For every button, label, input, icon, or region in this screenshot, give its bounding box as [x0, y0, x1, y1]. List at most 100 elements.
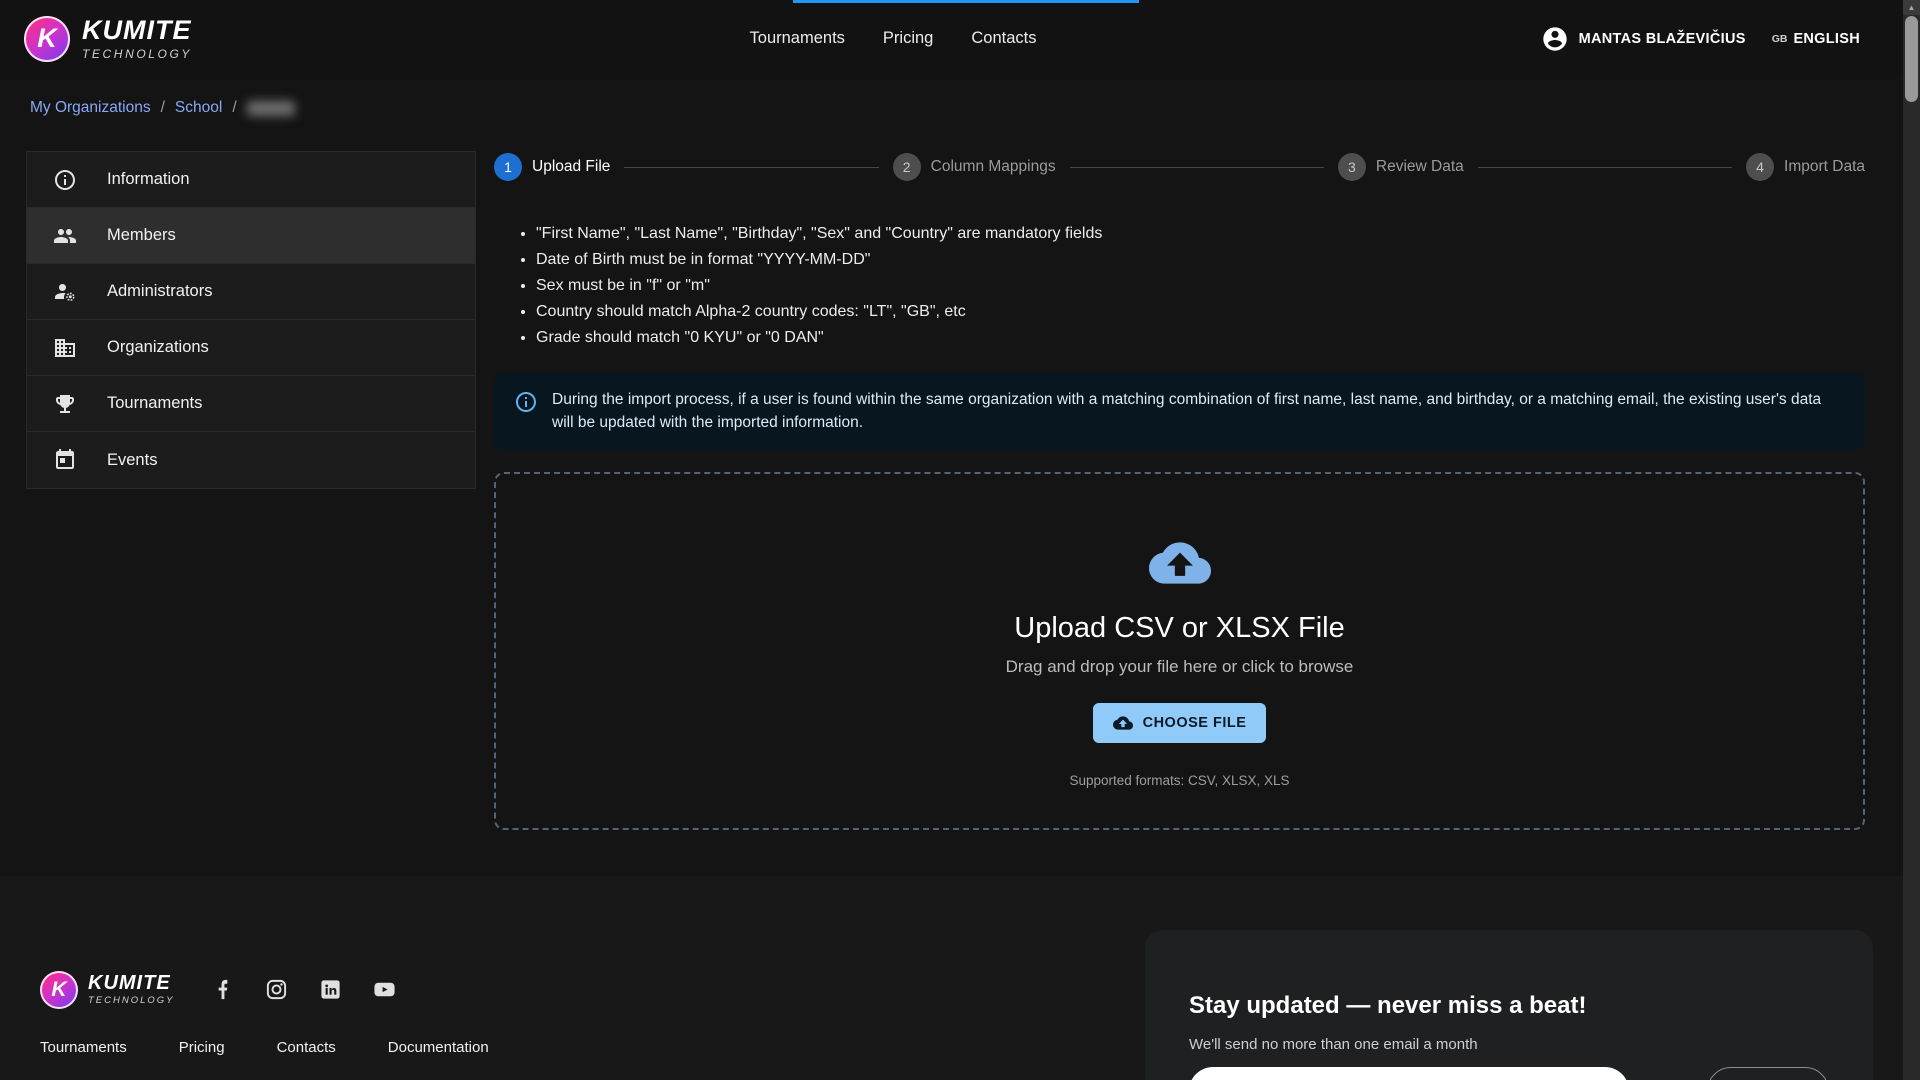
sidebar-item-label: Members [107, 226, 176, 245]
footer-brand-tagline: TECHNOLOGY [88, 996, 175, 1006]
org-sidebar: Information Members Administrators Organ… [26, 151, 476, 489]
brand-name: KUMITE [82, 17, 192, 44]
info-alert: During the import process, if a user is … [494, 373, 1865, 450]
breadcrumb-current-redacted [247, 101, 295, 116]
sidebar-item-information[interactable]: Information [27, 152, 475, 208]
sidebar-item-tournaments[interactable]: Tournaments [27, 376, 475, 432]
breadcrumb-separator: / [232, 99, 236, 117]
newsletter-subscribe-button[interactable] [1707, 1067, 1829, 1080]
rule-item: Grade should match "0 KYU" or "0 DAN" [536, 329, 1865, 347]
choose-file-button[interactable]: CHOOSE FILE [1093, 703, 1267, 743]
admin-icon [53, 280, 77, 304]
sidebar-item-label: Events [107, 451, 157, 470]
user-menu[interactable]: MANTAS BLAŽEVIČIUS [1541, 25, 1746, 53]
nav-link-tournaments[interactable]: Tournaments [750, 29, 845, 48]
breadcrumb: My Organizations / School / [30, 99, 1920, 117]
footer-link-contacts[interactable]: Contacts [277, 1039, 336, 1056]
sidebar-item-members[interactable]: Members [27, 208, 475, 264]
footer: K KUMITE TECHNOLOGY Tournaments Pricing … [0, 876, 1920, 1080]
step-number: 2 [893, 153, 921, 181]
upload-subtitle: Drag and drop your file here or click to… [1006, 657, 1354, 677]
nav-link-contacts[interactable]: Contacts [971, 29, 1036, 48]
step-label: Review Data [1376, 158, 1464, 176]
step-label: Import Data [1784, 158, 1865, 176]
step-label: Upload File [532, 158, 610, 176]
step-upload-file: 1 Upload File [494, 153, 610, 181]
upload-title: Upload CSV or XLSX File [1014, 612, 1344, 645]
rule-item: Country should match Alpha-2 country cod… [536, 303, 1865, 321]
step-connector [1478, 167, 1732, 168]
breadcrumb-my-organizations[interactable]: My Organizations [30, 99, 151, 117]
footer-link-tournaments[interactable]: Tournaments [40, 1039, 127, 1056]
supported-formats-note: Supported formats: CSV, XLSX, XLS [1069, 773, 1289, 788]
choose-file-label: CHOOSE FILE [1143, 715, 1247, 731]
step-number: 4 [1746, 153, 1774, 181]
footer-brand-logo[interactable]: K KUMITE TECHNOLOGY [40, 971, 175, 1009]
organization-icon [53, 336, 77, 360]
language-selector[interactable]: GB ENGLISH [1772, 31, 1860, 47]
footer-link-pricing[interactable]: Pricing [179, 1039, 225, 1056]
language-label: ENGLISH [1793, 31, 1860, 47]
sidebar-item-label: Organizations [107, 338, 209, 357]
sidebar-item-organizations[interactable]: Organizations [27, 320, 475, 376]
footer-brand-name: KUMITE [88, 973, 175, 993]
brand-tagline: TECHNOLOGY [82, 48, 192, 60]
language-flag: GB [1772, 33, 1788, 45]
content-area: Information Members Administrators Organ… [0, 151, 1920, 830]
step-label: Column Mappings [931, 158, 1056, 176]
sidebar-item-label: Tournaments [107, 394, 202, 413]
rule-item: "First Name", "Last Name", "Birthday", "… [536, 225, 1865, 243]
facebook-icon[interactable] [211, 978, 234, 1001]
newsletter-title: Stay updated — never miss a beat! [1189, 992, 1829, 1020]
step-column-mappings: 2 Column Mappings [893, 153, 1056, 181]
info-icon [53, 168, 77, 192]
import-panel: 1 Upload File 2 Column Mappings 3 Review… [494, 151, 1865, 830]
step-number: 3 [1338, 153, 1366, 181]
sidebar-item-label: Information [107, 170, 190, 189]
top-navbar: K KUMITE TECHNOLOGY Tournaments Pricing … [0, 0, 1920, 77]
active-tab-indicator [793, 0, 1139, 3]
file-dropzone[interactable]: Upload CSV or XLSX File Drag and drop yo… [494, 472, 1865, 830]
step-import-data: 4 Import Data [1746, 153, 1865, 181]
trophy-icon [53, 392, 77, 416]
footer-link-documentation[interactable]: Documentation [388, 1039, 489, 1056]
linkedin-icon[interactable] [319, 978, 342, 1001]
sidebar-item-events[interactable]: Events [27, 432, 475, 488]
step-connector [1070, 167, 1324, 168]
breadcrumb-separator: / [161, 99, 165, 117]
user-name: MANTAS BLAŽEVIČIUS [1579, 31, 1746, 47]
newsletter-email-input[interactable] [1189, 1067, 1629, 1080]
avatar-icon [1541, 25, 1569, 53]
social-links [211, 978, 396, 1001]
import-stepper: 1 Upload File 2 Column Mappings 3 Review… [494, 153, 1865, 181]
rule-item: Sex must be in "f" or "m" [536, 277, 1865, 295]
newsletter-card: Stay updated — never miss a beat! We'll … [1145, 930, 1873, 1080]
main-nav: Tournaments Pricing Contacts [750, 29, 1037, 48]
step-review-data: 3 Review Data [1338, 153, 1464, 181]
sidebar-item-administrators[interactable]: Administrators [27, 264, 475, 320]
info-alert-text: During the import process, if a user is … [552, 388, 1845, 435]
newsletter-form [1189, 1067, 1829, 1080]
brand-logo[interactable]: K KUMITE TECHNOLOGY [24, 16, 192, 62]
members-icon [53, 224, 77, 248]
nav-link-pricing[interactable]: Pricing [883, 29, 933, 48]
rule-item: Date of Birth must be in format "YYYY-MM… [536, 251, 1865, 269]
cloud-upload-icon [1141, 532, 1219, 594]
kumite-logo-icon: K [40, 971, 78, 1009]
sidebar-item-label: Administrators [107, 282, 212, 301]
cloud-upload-icon [1113, 713, 1133, 733]
step-number: 1 [494, 153, 522, 181]
scrollbar-thumb[interactable] [1905, 16, 1918, 102]
newsletter-subtitle: We'll send no more than one email a mont… [1189, 1036, 1829, 1053]
calendar-icon [53, 448, 77, 472]
breadcrumb-school[interactable]: School [175, 99, 222, 117]
youtube-icon[interactable] [373, 978, 396, 1001]
step-connector [624, 167, 878, 168]
vertical-scrollbar[interactable]: ▲ [1903, 0, 1920, 1080]
instagram-icon[interactable] [265, 978, 288, 1001]
scroll-up-arrow-icon[interactable]: ▲ [1903, 0, 1920, 15]
kumite-logo-icon: K [24, 16, 70, 62]
info-icon [514, 390, 538, 414]
import-rules-list: "First Name", "Last Name", "Birthday", "… [514, 225, 1865, 347]
header-right: MANTAS BLAŽEVIČIUS GB ENGLISH [1541, 25, 1860, 53]
